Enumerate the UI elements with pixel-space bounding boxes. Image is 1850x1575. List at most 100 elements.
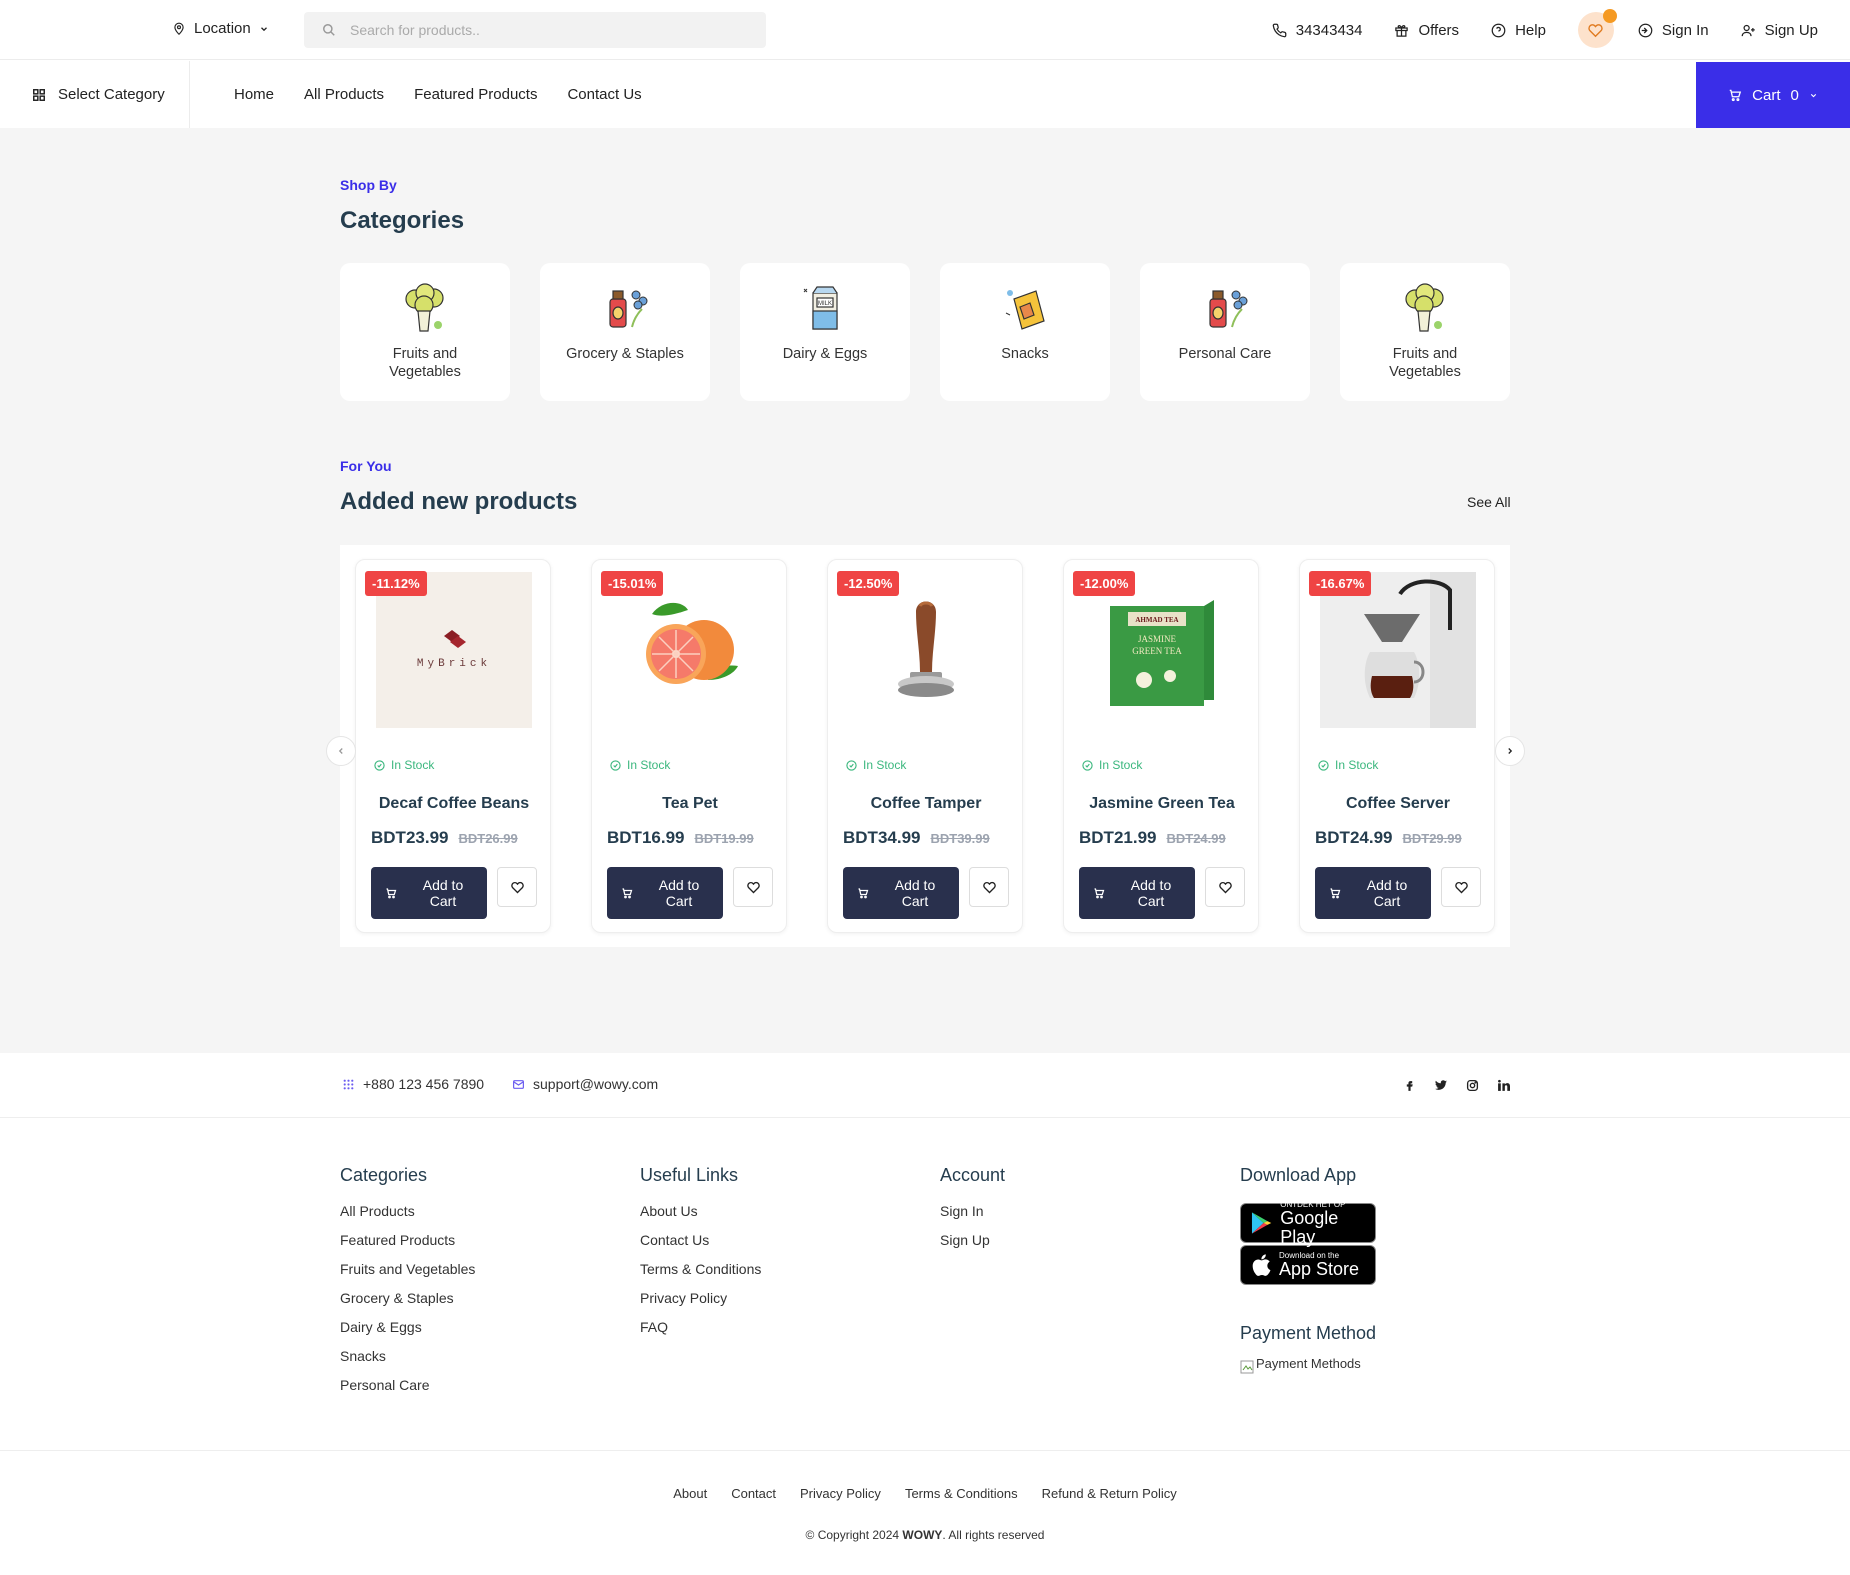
- phone-link[interactable]: 34343434: [1272, 22, 1362, 39]
- heart-icon: [982, 881, 996, 893]
- product-name[interactable]: Decaf Coffee Beans: [356, 795, 552, 813]
- footer-link[interactable]: Privacy Policy: [640, 1290, 761, 1307]
- search-input[interactable]: [350, 22, 730, 38]
- add-to-cart-label: Add to Cart: [1130, 877, 1172, 909]
- product-name[interactable]: Coffee Server: [1300, 795, 1496, 813]
- add-to-cart-button[interactable]: Add to Cart: [1315, 867, 1431, 919]
- select-category-label: Select Category: [58, 86, 165, 103]
- login-icon: [1638, 23, 1653, 37]
- footer-phone[interactable]: +880 123 456 7890: [342, 1076, 484, 1092]
- broccoli-icon: [1405, 283, 1444, 332]
- add-to-cart-button[interactable]: Add to Cart: [843, 867, 959, 919]
- bottom-link-terms[interactable]: Terms & Conditions: [905, 1486, 1018, 1501]
- footer-link[interactable]: Sign Up: [940, 1232, 1005, 1249]
- wishlist-add-button[interactable]: [497, 867, 537, 907]
- categories-title: Categories: [340, 207, 465, 234]
- heart-icon: [1218, 881, 1232, 893]
- bottom-link-privacy[interactable]: Privacy Policy: [800, 1486, 881, 1501]
- add-to-cart-button[interactable]: Add to Cart: [607, 867, 723, 919]
- cart-icon: [622, 888, 633, 899]
- stock-status: In Stock: [1318, 758, 1378, 772]
- bottom-link-contact[interactable]: Contact: [731, 1486, 776, 1501]
- products-subtitle: For You: [340, 458, 392, 474]
- current-price: BDT16.99: [607, 828, 685, 847]
- add-to-cart-button[interactable]: Add to Cart: [1079, 867, 1195, 919]
- add-to-cart-button[interactable]: Add to Cart: [371, 867, 487, 919]
- footer-link[interactable]: Personal Care: [340, 1377, 475, 1394]
- product-card[interactable]: AHMAD TEA JASMINE GREEN TEA -12.00% In Sto…: [1063, 559, 1259, 933]
- wishlist-add-button[interactable]: [969, 867, 1009, 907]
- sign-up-link[interactable]: Sign Up: [1741, 22, 1818, 39]
- product-card[interactable]: -12.50% In Stock Coffee Tamper BDT34.99 B…: [827, 559, 1023, 933]
- footer-link[interactable]: Sign In: [940, 1203, 1005, 1220]
- milk-carton-icon: MILK: [803, 286, 838, 330]
- product-name[interactable]: Coffee Tamper: [828, 795, 1024, 813]
- footer-link[interactable]: About Us: [640, 1203, 761, 1220]
- wishlist-add-button[interactable]: [1441, 867, 1481, 907]
- offers-link[interactable]: Offers: [1394, 22, 1459, 39]
- category-card[interactable]: MILK Dairy & Eggs: [740, 263, 910, 401]
- category-card[interactable]: Grocery & Staples: [540, 263, 710, 401]
- add-to-cart-label: Add to Cart: [422, 877, 464, 909]
- discount-badge: -11.12%: [365, 571, 427, 596]
- footer-link[interactable]: Dairy & Eggs: [340, 1319, 475, 1336]
- tea-line-1: JASMINE: [1138, 634, 1177, 644]
- product-name[interactable]: Tea Pet: [592, 795, 788, 813]
- footer-account-title: Account: [940, 1165, 1006, 1185]
- footer-link[interactable]: Snacks: [340, 1348, 475, 1365]
- category-card[interactable]: Fruits and Vegetables: [340, 263, 510, 401]
- footer-link[interactable]: Contact Us: [640, 1232, 761, 1249]
- search-box: [304, 12, 766, 48]
- select-category-button[interactable]: Select Category: [0, 61, 190, 128]
- stock-label: In Stock: [627, 758, 671, 772]
- product-slot: -15.01% In Stock Tea Pet BDT16.99 BDT19.9…: [576, 545, 802, 947]
- linkedin-icon[interactable]: [1497, 1079, 1510, 1092]
- product-card[interactable]: -16.67% In Stock Coffee Server BDT24.99 B…: [1299, 559, 1495, 933]
- google-play-badge[interactable]: ONTDEK HET OP Google Play: [1240, 1200, 1376, 1246]
- carousel-next-button[interactable]: [1495, 736, 1525, 766]
- product-name[interactable]: Jasmine Green Tea: [1064, 795, 1260, 813]
- wishlist-button[interactable]: [1577, 9, 1617, 48]
- category-card[interactable]: Personal Care: [1140, 263, 1310, 401]
- location-label: Location: [194, 20, 251, 37]
- footer-email[interactable]: support@wowy.com: [512, 1076, 658, 1092]
- sign-in-link[interactable]: Sign In: [1638, 22, 1709, 39]
- footer-phone-text: +880 123 456 7890: [363, 1076, 485, 1092]
- twitter-icon[interactable]: [1434, 1079, 1448, 1092]
- help-link[interactable]: Help: [1491, 22, 1546, 39]
- wishlist-add-button[interactable]: [733, 867, 773, 907]
- nav-link-home[interactable]: Home: [234, 86, 274, 103]
- nav-link-featured-products[interactable]: Featured Products: [414, 86, 537, 103]
- nav-link-contact-us[interactable]: Contact Us: [567, 86, 641, 103]
- facebook-icon[interactable]: [1403, 1079, 1416, 1092]
- cart-count: 0: [1790, 86, 1799, 104]
- bottom-link-refund[interactable]: Refund & Return Policy: [1042, 1486, 1177, 1501]
- carousel-prev-button[interactable]: [326, 736, 356, 766]
- footer-payment-title: Payment Method: [1240, 1323, 1377, 1343]
- footer-link[interactable]: Fruits and Vegetables: [340, 1261, 475, 1278]
- footer-link[interactable]: All Products: [340, 1203, 475, 1220]
- footer-link[interactable]: FAQ: [640, 1319, 761, 1336]
- check-circle-icon: [610, 759, 621, 771]
- category-card[interactable]: Fruits and Vegetables: [1340, 263, 1510, 401]
- nav-link-all-products[interactable]: All Products: [304, 86, 384, 103]
- broken-image-icon: [1240, 1360, 1254, 1374]
- bottom-link-about[interactable]: About: [673, 1486, 707, 1501]
- product-price: BDT21.99 BDT24.99: [1079, 828, 1226, 848]
- app-store-badge[interactable]: Download on the App Store: [1240, 1245, 1376, 1285]
- instagram-icon[interactable]: [1466, 1079, 1479, 1092]
- stock-label: In Stock: [1335, 758, 1379, 772]
- see-all-link[interactable]: See All: [1467, 494, 1511, 510]
- product-card[interactable]: -15.01% In Stock Tea Pet BDT16.99 BDT19.9…: [591, 559, 787, 933]
- footer-link[interactable]: Terms & Conditions: [640, 1261, 761, 1278]
- footer-link[interactable]: Featured Products: [340, 1232, 475, 1249]
- discount-badge: -15.01%: [601, 571, 664, 596]
- wishlist-badge: [1602, 9, 1617, 23]
- category-card[interactable]: Snacks: [940, 263, 1110, 401]
- location-selector[interactable]: Location: [172, 20, 269, 37]
- product-card[interactable]: MyBrick -11.12% In Stock Decaf Coffee Be…: [355, 559, 551, 933]
- wishlist-add-button[interactable]: [1205, 867, 1245, 907]
- oil-bottle-icon: [1209, 290, 1248, 328]
- footer-link[interactable]: Grocery & Staples: [340, 1290, 475, 1307]
- cart-button[interactable]: Cart 0: [1696, 62, 1850, 128]
